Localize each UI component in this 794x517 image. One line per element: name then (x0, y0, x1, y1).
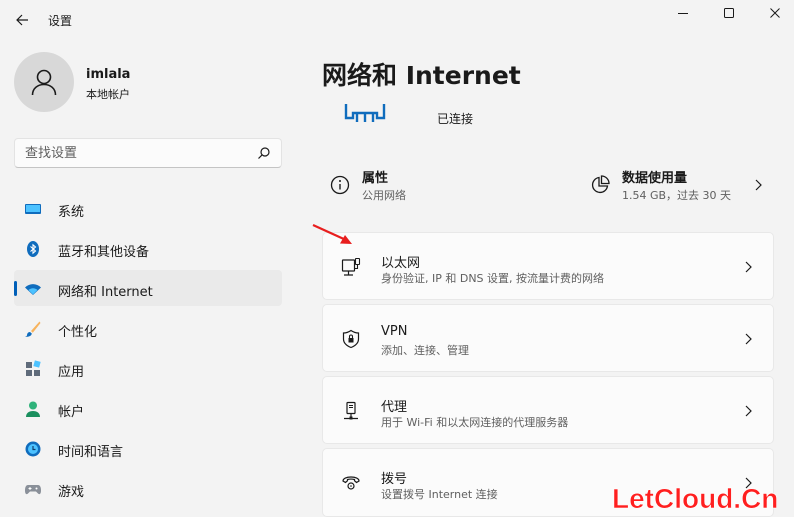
data-usage-subtitle: 1.54 GB，过去 30 天 (622, 189, 732, 202)
sidebar-item-time-language[interactable]: 时间和语言 (14, 430, 282, 466)
search-icon[interactable] (257, 146, 271, 160)
minimize-icon (678, 13, 688, 14)
data-usage-title: 数据使用量 (622, 171, 688, 186)
info-icon (330, 175, 350, 195)
title-bar: 设置 (0, 0, 794, 40)
minimize-button[interactable] (660, 0, 706, 26)
ethernet-icon (341, 257, 361, 276)
vpn-card[interactable]: VPN 添加、连接、管理 (322, 304, 774, 372)
sidebar-item-label: 时间和语言 (58, 445, 124, 460)
annotation-arrow-icon (312, 223, 352, 244)
person-icon (26, 401, 40, 417)
maximize-button[interactable] (706, 0, 752, 26)
search-input[interactable] (15, 139, 251, 167)
proxy-card[interactable]: 代理 用于 Wi-Fi 和以太网连接的代理服务器 (322, 376, 774, 444)
card-title: 代理 (381, 400, 408, 415)
sidebar-item-accounts[interactable]: 帐户 (14, 390, 282, 426)
page-title: 网络和 Internet (322, 61, 521, 90)
system-icon (25, 204, 41, 214)
card-subtitle: 设置拨号 Internet 连接 (381, 488, 498, 501)
sidebar-item-gaming[interactable]: 游戏 (14, 470, 282, 506)
account-type: 本地帐户 (86, 88, 130, 101)
apps-icon (26, 360, 41, 376)
app-title: 设置 (48, 14, 73, 28)
close-icon (770, 8, 780, 18)
wifi-icon (25, 284, 41, 295)
sidebar-item-personalization[interactable]: 个性化 (14, 310, 282, 346)
ethernet-card[interactable]: 以太网 身份验证, IP 和 DNS 设置, 按流量计费的网络 (322, 232, 774, 300)
user-avatar-icon (31, 69, 57, 96)
sidebar-item-system[interactable]: 系统 (14, 190, 282, 226)
back-arrow-icon (16, 14, 28, 26)
card-subtitle: 添加、连接、管理 (381, 344, 469, 357)
ethernet-connected-icon (344, 104, 386, 122)
properties-subtitle: 公用网络 (362, 189, 406, 202)
card-title: 以太网 (381, 256, 421, 271)
card-subtitle: 用于 Wi-Fi 和以太网连接的代理服务器 (381, 416, 569, 429)
card-title: 拨号 (381, 472, 408, 487)
chevron-right-icon[interactable] (753, 178, 763, 192)
sidebar-nav: 系统 蓝牙和其他设备 网络和 Internet 个性化 应用 帐户 时间和语言 … (14, 190, 282, 510)
gamepad-icon (25, 485, 41, 495)
close-button[interactable] (752, 0, 794, 26)
chevron-right-icon (745, 405, 752, 417)
dialup-icon (342, 476, 360, 490)
watermark-text: LetCloud.Cn (612, 483, 779, 515)
sidebar-item-label: 帐户 (58, 405, 85, 420)
search-box[interactable] (14, 138, 282, 168)
sidebar-item-bluetooth[interactable]: 蓝牙和其他设备 (14, 230, 282, 266)
chevron-right-icon (745, 333, 752, 345)
maximize-icon (724, 8, 734, 18)
sidebar-item-label: 个性化 (58, 325, 98, 340)
sidebar-item-label: 网络和 Internet (58, 285, 153, 300)
back-button[interactable] (10, 8, 34, 32)
brush-icon (25, 321, 41, 337)
vpn-shield-icon (342, 329, 360, 349)
chevron-right-icon (745, 261, 752, 273)
properties-title: 属性 (362, 171, 389, 186)
sidebar-item-label: 蓝牙和其他设备 (58, 245, 150, 260)
sidebar-item-network[interactable]: 网络和 Internet (14, 270, 282, 306)
pie-chart-icon (591, 175, 610, 194)
sidebar-item-label: 应用 (58, 365, 85, 380)
globe-clock-icon (25, 441, 41, 457)
sidebar-item-label: 游戏 (58, 485, 85, 500)
sidebar-item-apps[interactable]: 应用 (14, 350, 282, 386)
proxy-server-icon (344, 401, 358, 420)
avatar[interactable] (14, 52, 74, 112)
user-name: imlala (86, 67, 131, 82)
connection-status: 已连接 (437, 112, 474, 126)
sidebar-item-label: 系统 (58, 205, 85, 220)
card-title: VPN (381, 324, 408, 339)
card-subtitle: 身份验证, IP 和 DNS 设置, 按流量计费的网络 (381, 272, 605, 285)
bluetooth-icon (27, 241, 39, 257)
